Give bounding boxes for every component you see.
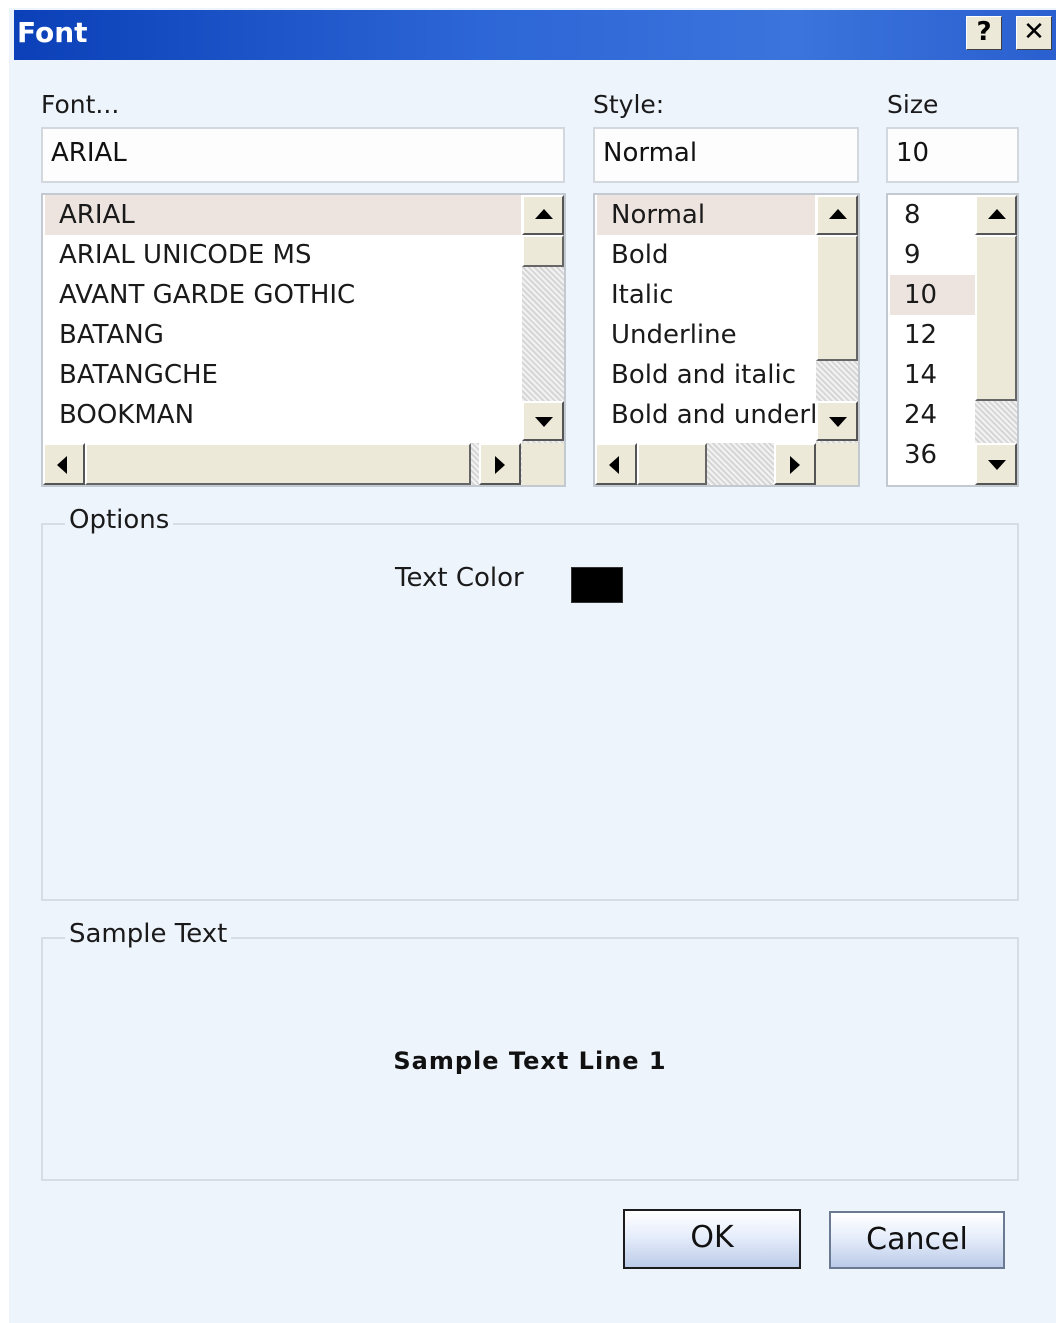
style-item[interactable]: Normal xyxy=(597,195,815,235)
font-horizontal-scrollbar[interactable] xyxy=(43,443,522,485)
arrow-down-icon xyxy=(535,417,553,427)
arrow-down-icon xyxy=(829,417,847,427)
scroll-thumb[interactable] xyxy=(975,235,1017,401)
size-item[interactable]: 36 xyxy=(890,435,976,475)
arrow-up-icon xyxy=(535,209,553,219)
help-button[interactable]: ? xyxy=(966,16,1002,50)
cancel-button[interactable]: Cancel xyxy=(829,1211,1005,1269)
scroll-down-button[interactable] xyxy=(522,401,564,441)
scroll-right-button[interactable] xyxy=(479,443,521,485)
arrow-down-icon xyxy=(988,460,1006,470)
arrow-right-icon xyxy=(790,456,800,474)
size-item[interactable]: 9 xyxy=(890,235,976,275)
size-input[interactable]: 10 xyxy=(886,127,1019,183)
style-item[interactable]: Bold xyxy=(597,235,815,275)
scroll-thumb[interactable] xyxy=(816,235,858,361)
font-item[interactable]: BATANGCHE xyxy=(45,355,521,395)
scroll-corner xyxy=(522,443,564,485)
scroll-down-button[interactable] xyxy=(816,401,858,441)
scroll-up-button[interactable] xyxy=(522,195,564,235)
ok-button[interactable]: OK xyxy=(623,1209,801,1269)
size-item[interactable]: 8 xyxy=(890,195,976,235)
size-list[interactable]: 8 9 10 12 14 24 36 xyxy=(886,193,1019,487)
scroll-thumb[interactable] xyxy=(522,235,564,267)
arrow-left-icon xyxy=(609,456,619,474)
size-vertical-scrollbar[interactable] xyxy=(975,195,1017,485)
font-item[interactable]: ARIAL xyxy=(45,195,521,235)
close-button[interactable]: ✕ xyxy=(1016,16,1052,50)
arrow-up-icon xyxy=(829,209,847,219)
style-item[interactable]: Underline xyxy=(597,315,815,355)
style-item[interactable]: Bold and italic xyxy=(597,355,815,395)
style-vertical-scrollbar[interactable] xyxy=(816,195,858,443)
font-item[interactable]: AVANT GARDE GOTHIC xyxy=(45,275,521,315)
scroll-down-button[interactable] xyxy=(975,443,1017,485)
sample-text-group: Sample Text Sample Text Line 1 xyxy=(41,919,1019,1181)
scroll-thumb[interactable] xyxy=(637,443,707,485)
window-title: Font xyxy=(17,16,88,49)
font-input[interactable]: ARIAL xyxy=(41,127,565,183)
scroll-up-button[interactable] xyxy=(816,195,858,235)
scroll-left-button[interactable] xyxy=(43,443,85,485)
style-item[interactable]: Bold and underline xyxy=(597,395,815,435)
text-color-label: Text Color xyxy=(395,563,524,593)
font-dialog: Font ? ✕ Font... Style: Size ARIAL Norma… xyxy=(9,8,1056,1323)
font-item[interactable]: BATANG xyxy=(45,315,521,355)
size-item[interactable]: 14 xyxy=(890,355,976,395)
size-label: Size xyxy=(887,90,939,119)
options-group: Options Text Color xyxy=(41,505,1019,901)
font-vertical-scrollbar[interactable] xyxy=(522,195,564,443)
title-bar: Font ? ✕ xyxy=(14,10,1056,60)
font-list[interactable]: ARIAL ARIAL UNICODE MS AVANT GARDE GOTHI… xyxy=(41,193,566,487)
font-label: Font... xyxy=(41,90,120,119)
font-item[interactable]: ARIAL UNICODE MS xyxy=(45,235,521,275)
arrow-up-icon xyxy=(988,209,1006,219)
style-horizontal-scrollbar[interactable] xyxy=(595,443,816,485)
sample-text-line: Sample Text Line 1 xyxy=(393,1047,667,1075)
arrow-right-icon xyxy=(495,456,505,474)
scroll-up-button[interactable] xyxy=(975,195,1017,235)
size-item[interactable]: 12 xyxy=(890,315,976,355)
style-item[interactable]: Italic xyxy=(597,275,815,315)
scroll-thumb[interactable] xyxy=(85,443,471,485)
style-input[interactable]: Normal xyxy=(593,127,859,183)
font-item[interactable]: BOOKMAN xyxy=(45,395,521,435)
scroll-corner xyxy=(816,443,858,485)
sample-text-legend: Sample Text xyxy=(65,919,232,949)
text-color-swatch[interactable] xyxy=(571,567,623,603)
scroll-left-button[interactable] xyxy=(595,443,637,485)
size-item[interactable]: 10 xyxy=(890,275,976,315)
size-item[interactable]: 24 xyxy=(890,395,976,435)
style-label: Style: xyxy=(593,90,665,119)
arrow-left-icon xyxy=(57,456,67,474)
scroll-right-button[interactable] xyxy=(774,443,816,485)
options-legend: Options xyxy=(65,505,174,535)
style-list[interactable]: Normal Bold Italic Underline Bold and it… xyxy=(593,193,860,487)
